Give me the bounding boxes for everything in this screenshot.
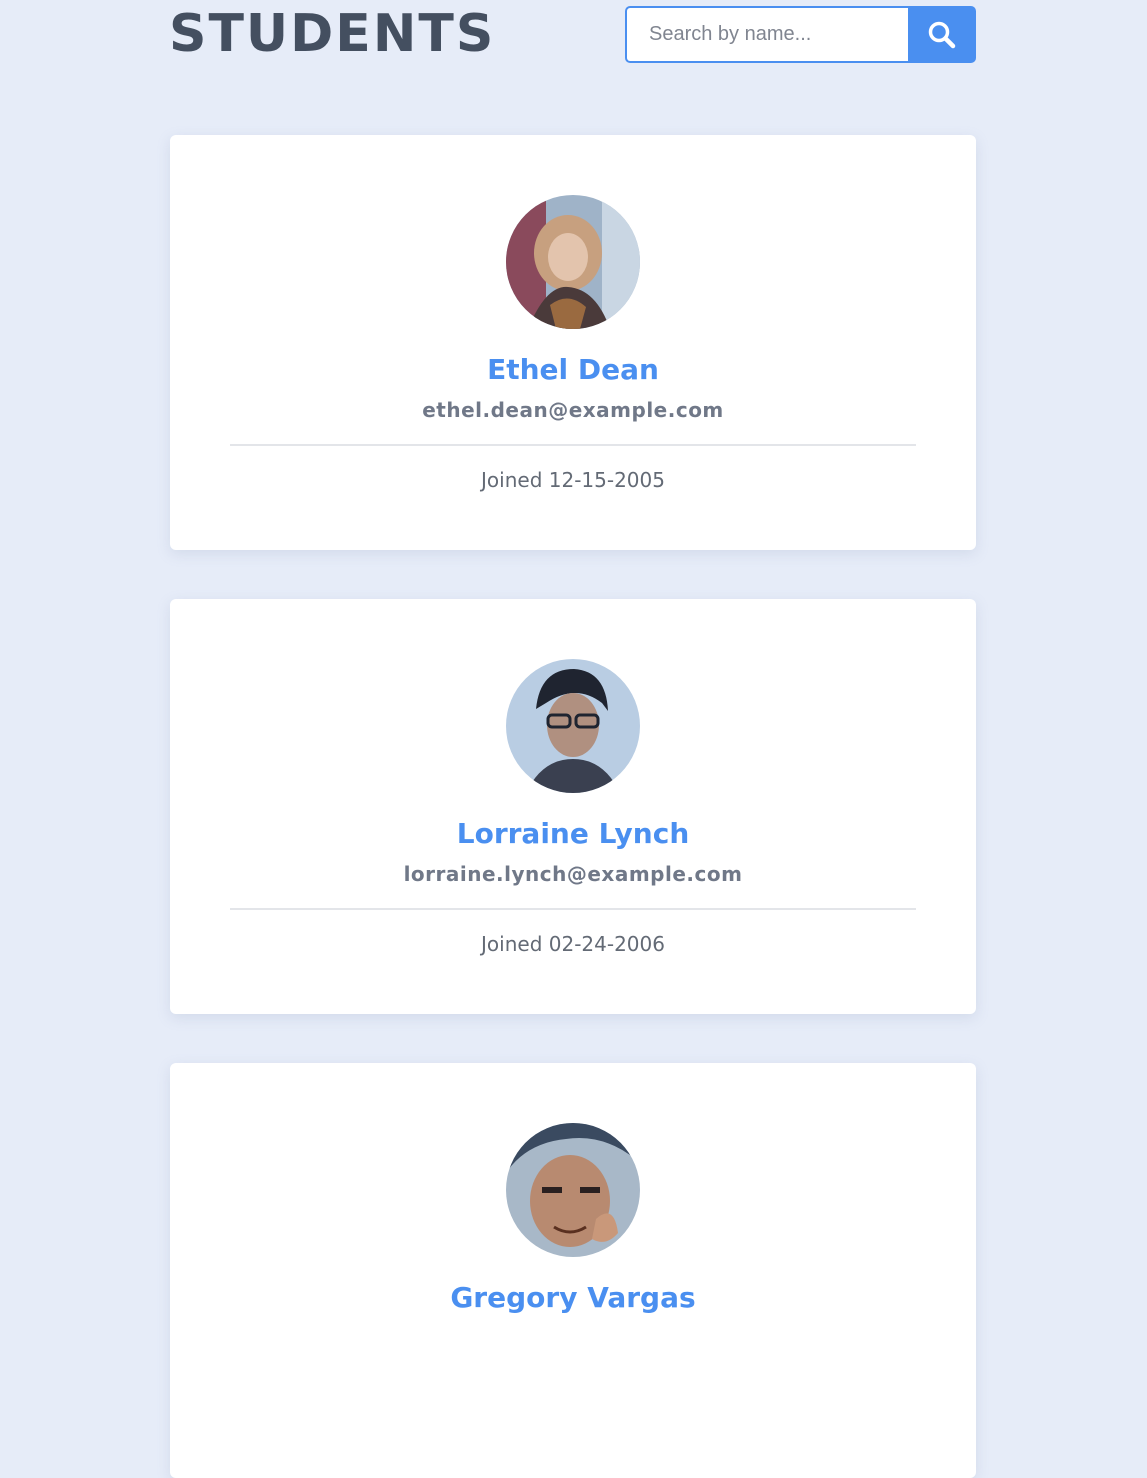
student-card: Ethel Dean ethel.dean@example.com Joined… — [170, 135, 976, 550]
divider — [230, 908, 916, 910]
search-bar — [625, 6, 976, 63]
student-card: Lorraine Lynch lorraine.lynch@example.co… — [170, 599, 976, 1014]
student-name: Ethel Dean — [487, 353, 659, 386]
student-card: Gregory Vargas — [170, 1063, 976, 1478]
search-input[interactable] — [625, 6, 908, 63]
student-name: Lorraine Lynch — [456, 817, 690, 850]
page-title: STUDENTS — [169, 4, 496, 64]
student-email: lorraine.lynch@example.com — [403, 862, 743, 886]
search-button[interactable] — [908, 6, 976, 63]
student-name: Gregory Vargas — [450, 1281, 696, 1314]
joined-date: Joined 02-24-2006 — [481, 932, 665, 956]
student-email: ethel.dean@example.com — [422, 398, 724, 422]
avatar — [506, 195, 640, 329]
divider — [230, 444, 916, 446]
joined-date: Joined 12-15-2005 — [481, 468, 665, 492]
avatar — [506, 1123, 640, 1257]
search-icon — [928, 21, 956, 48]
avatar — [506, 659, 640, 793]
